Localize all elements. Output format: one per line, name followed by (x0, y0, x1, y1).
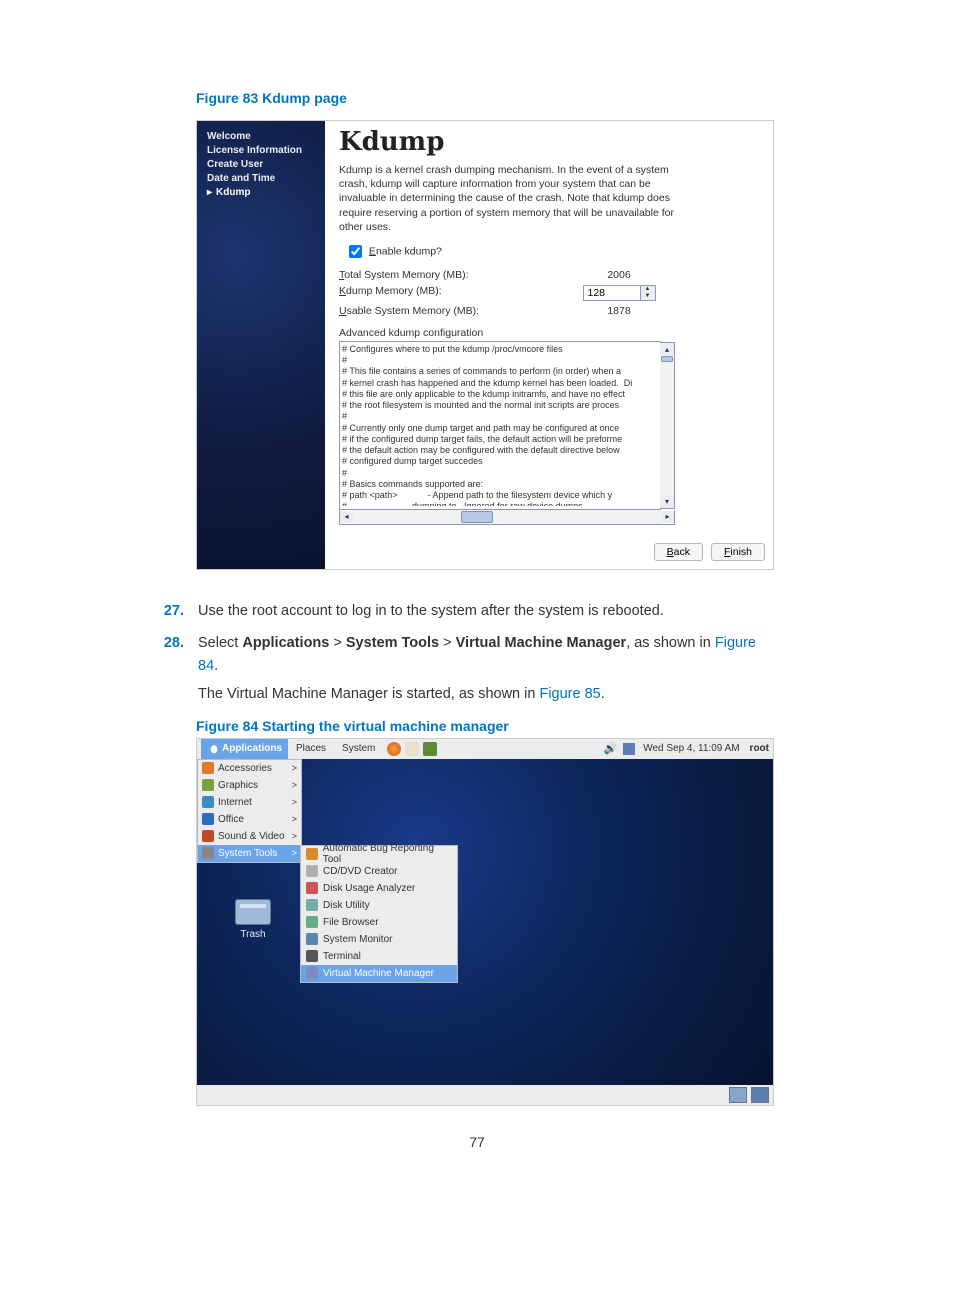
chevron-right-icon: > (292, 797, 297, 807)
app-menu-item[interactable]: Sound & Video> (198, 828, 301, 845)
chevron-right-icon: > (292, 763, 297, 773)
app-menu-item[interactable]: Graphics> (198, 777, 301, 794)
figure-84-caption: Figure 84 Starting the virtual machine m… (196, 718, 954, 734)
category-icon (202, 796, 214, 808)
usable-memory-value: 1878 (579, 305, 659, 317)
sidebar-item[interactable]: Create User (207, 159, 325, 170)
app-icon (306, 882, 318, 894)
kdump-sidebar: Welcome License Information Create User Dat… (197, 121, 325, 569)
submenu-item[interactable]: System Monitor (301, 931, 457, 948)
step-number: 28. (130, 632, 198, 705)
figure-83-screenshot: Welcome License Information Create User Dat… (196, 120, 774, 570)
kdump-title: Kdump (339, 127, 759, 157)
foot-icon (207, 742, 220, 755)
category-icon (202, 813, 214, 825)
user-menu[interactable]: root (750, 743, 769, 754)
applications-menu[interactable]: Applications (201, 739, 288, 759)
total-memory-value: 2006 (579, 269, 659, 281)
app-menu-item[interactable]: Internet> (198, 794, 301, 811)
volume-icon[interactable]: 🔊 (603, 742, 617, 755)
chevron-right-icon: > (292, 831, 297, 841)
enable-kdump-checkbox[interactable] (349, 245, 362, 258)
chevron-right-icon: > (292, 814, 297, 824)
sidebar-item[interactable]: Kdump (207, 187, 325, 198)
app-menu-item[interactable]: Accessories> (198, 760, 301, 777)
figure-83-caption: Figure 83 Kdump page (196, 90, 954, 106)
app-icon (306, 899, 318, 911)
app-icon (306, 950, 318, 962)
sidebar-item[interactable]: License Information (207, 145, 325, 156)
applications-dropdown: Accessories>Graphics>Internet>Office>Sou… (197, 759, 302, 863)
submenu-item[interactable]: Virtual Machine Manager (301, 965, 457, 982)
category-icon (202, 830, 214, 842)
step-text: Select Applications > System Tools > Vir… (198, 632, 774, 705)
back-button[interactable]: Back (654, 543, 703, 561)
clock[interactable]: Wed Sep 4, 11:09 AM (643, 743, 739, 754)
terminal-launcher-icon[interactable] (423, 742, 437, 756)
workspace-1[interactable] (729, 1087, 747, 1103)
vertical-scrollbar[interactable]: ▴ ▾ (660, 342, 675, 509)
submenu-item[interactable]: Automatic Bug Reporting Tool (301, 846, 457, 863)
usable-memory-label: Usable System Memory (MB): (339, 305, 579, 317)
app-icon (306, 967, 318, 979)
bottom-taskbar (197, 1085, 773, 1105)
sidebar-item[interactable]: Welcome (207, 131, 325, 142)
system-menu[interactable]: System (334, 743, 383, 754)
system-tools-submenu: Automatic Bug Reporting ToolCD/DVD Creat… (300, 845, 458, 983)
submenu-item[interactable]: Terminal (301, 948, 457, 965)
app-icon (306, 848, 318, 860)
app-icon (306, 933, 318, 945)
kdump-config-textarea[interactable] (340, 342, 660, 506)
kdump-description: Kdump is a kernel crash dumping mechanis… (339, 163, 699, 234)
trash-desktop-icon[interactable]: Trash (223, 899, 283, 940)
kdump-main-panel: Kdump Kdump is a kernel crash dumping me… (325, 121, 773, 569)
kdump-memory-label: Kdump Memory (MB): (339, 285, 579, 301)
spin-up-button[interactable]: ▲ (641, 286, 655, 293)
horizontal-scrollbar[interactable]: ◂▸ (339, 510, 675, 525)
submenu-item[interactable]: File Browser (301, 914, 457, 931)
workspace-2[interactable] (751, 1087, 769, 1103)
app-menu-item[interactable]: System Tools> (198, 845, 301, 862)
kdump-memory-input[interactable] (584, 286, 640, 300)
app-icon (306, 865, 318, 877)
firefox-icon[interactable] (387, 742, 401, 756)
category-icon (202, 847, 214, 859)
file-manager-icon[interactable] (405, 742, 419, 756)
category-icon (202, 779, 214, 791)
figure-84-screenshot: Applications Places System 🔊 Wed Sep 4, … (196, 738, 774, 1106)
sidebar-item[interactable]: Date and Time (207, 173, 325, 184)
spin-down-button[interactable]: ▼ (641, 293, 655, 300)
app-menu-item[interactable]: Office> (198, 811, 301, 828)
chevron-right-icon: > (292, 780, 297, 790)
places-menu[interactable]: Places (288, 743, 334, 754)
network-icon[interactable] (623, 743, 635, 755)
enable-kdump-label[interactable]: EEnable kdump?nable kdump? (369, 245, 442, 257)
step-number: 27. (130, 600, 198, 622)
submenu-item[interactable]: Disk Utility (301, 897, 457, 914)
page-number: 77 (0, 1134, 954, 1150)
total-memory-label: Total System Memory (MB): (339, 269, 579, 281)
submenu-item[interactable]: CD/DVD Creator (301, 863, 457, 880)
figure-85-link[interactable]: Figure 85 (539, 686, 600, 702)
advanced-config-label: Advanced kdump configuration (339, 327, 759, 339)
chevron-right-icon: > (292, 848, 297, 858)
finish-button[interactable]: Finish (711, 543, 765, 561)
step-text: Use the root account to log in to the sy… (198, 600, 774, 622)
app-icon (306, 916, 318, 928)
instruction-steps: 27. Use the root account to log in to th… (0, 600, 954, 706)
submenu-item[interactable]: Disk Usage Analyzer (301, 880, 457, 897)
category-icon (202, 762, 214, 774)
gnome-menubar: Applications Places System 🔊 Wed Sep 4, … (197, 739, 773, 759)
